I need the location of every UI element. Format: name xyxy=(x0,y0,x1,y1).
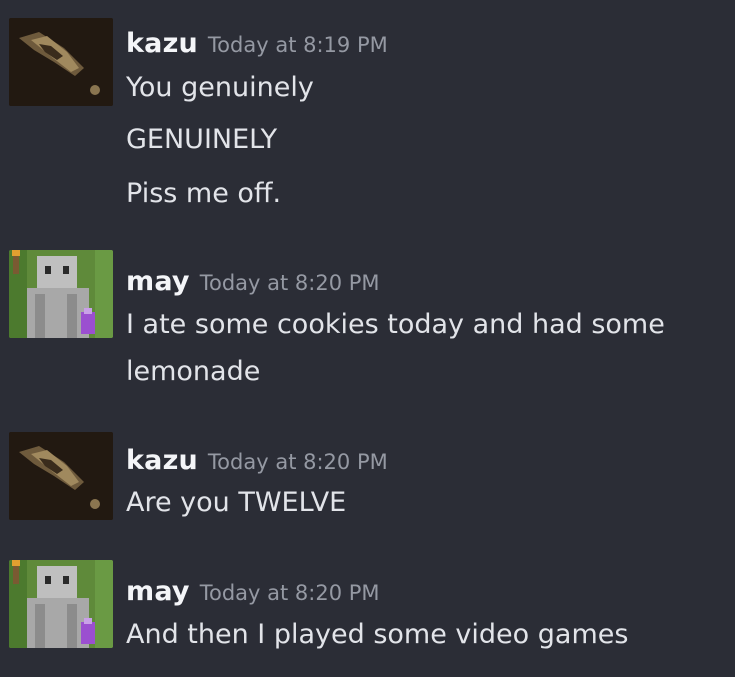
username[interactable]: kazu xyxy=(126,445,198,476)
avatar[interactable] xyxy=(9,250,113,338)
minecraft-villager-icon xyxy=(9,560,113,648)
message-text: Piss me off. xyxy=(126,178,282,209)
message-header: kazu Today at 8:19 PM xyxy=(126,28,388,59)
avatar[interactable] xyxy=(9,18,113,106)
avatar[interactable] xyxy=(9,560,113,648)
timestamp[interactable]: Today at 8:20 PM xyxy=(208,450,388,474)
message-text: GENUINELY xyxy=(126,124,278,155)
message-text: lemonade xyxy=(126,356,261,387)
message-text: Are you TWELVE xyxy=(126,487,347,518)
username[interactable]: may xyxy=(126,576,190,607)
message-header: may Today at 8:20 PM xyxy=(126,576,380,607)
dark-creature-icon xyxy=(9,432,113,520)
avatar[interactable] xyxy=(9,432,113,520)
message-header: kazu Today at 8:20 PM xyxy=(126,445,388,476)
timestamp[interactable]: Today at 8:19 PM xyxy=(208,33,388,57)
username[interactable]: may xyxy=(126,266,190,297)
dark-creature-icon xyxy=(9,18,113,106)
minecraft-villager-icon xyxy=(9,250,113,338)
timestamp[interactable]: Today at 8:20 PM xyxy=(200,271,380,295)
message-text: I ate some cookies today and had some xyxy=(126,309,665,340)
timestamp[interactable]: Today at 8:20 PM xyxy=(200,581,380,605)
message-text: You genuinely xyxy=(126,72,314,103)
username[interactable]: kazu xyxy=(126,28,198,59)
message-text: And then I played some video games xyxy=(126,619,629,650)
message-header: may Today at 8:20 PM xyxy=(126,266,380,297)
